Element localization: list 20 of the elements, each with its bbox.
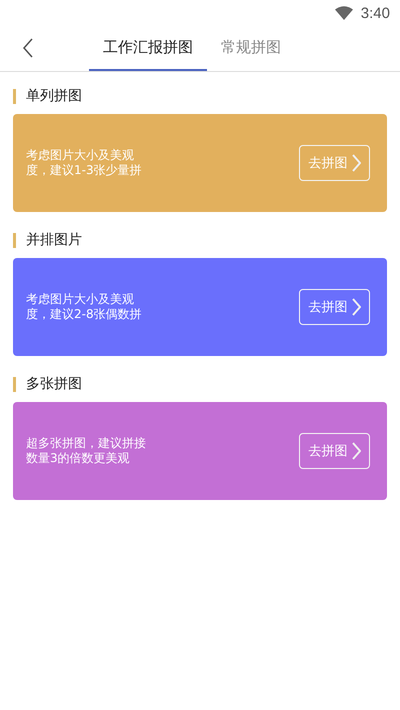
- chevron-icon: [350, 154, 360, 172]
- chevron-icon: [350, 298, 360, 316]
- card-description: 考虑图片大小及美观: [26, 148, 135, 163]
- section-title: 并排图片: [26, 231, 82, 249]
- start-button[interactable]: 去拼图: [299, 145, 370, 181]
- status-time: 3:40: [360, 4, 390, 22]
- card-description: 考虑图片大小及美观: [26, 292, 135, 307]
- tab[interactable]: 常规拼图: [207, 26, 295, 71]
- wifi-icon: [334, 6, 353, 20]
- card-description: 度，建议1-3张少量拼: [26, 163, 142, 178]
- start-button[interactable]: 去拼图: [299, 289, 370, 325]
- card-description: 度，建议2-8张偶数拼: [26, 307, 142, 322]
- start-button[interactable]: 去拼图: [299, 433, 370, 469]
- tab[interactable]: 工作汇报拼图: [89, 26, 207, 71]
- section-title: 多张拼图: [26, 375, 82, 393]
- back-icon[interactable]: [22, 38, 34, 58]
- card-description: 超多张拼图，建议拼接: [26, 436, 146, 451]
- chevron-icon: [350, 442, 360, 460]
- section-title: 单列拼图: [26, 87, 82, 105]
- card-description: 数量3的倍数更美观: [26, 451, 131, 466]
